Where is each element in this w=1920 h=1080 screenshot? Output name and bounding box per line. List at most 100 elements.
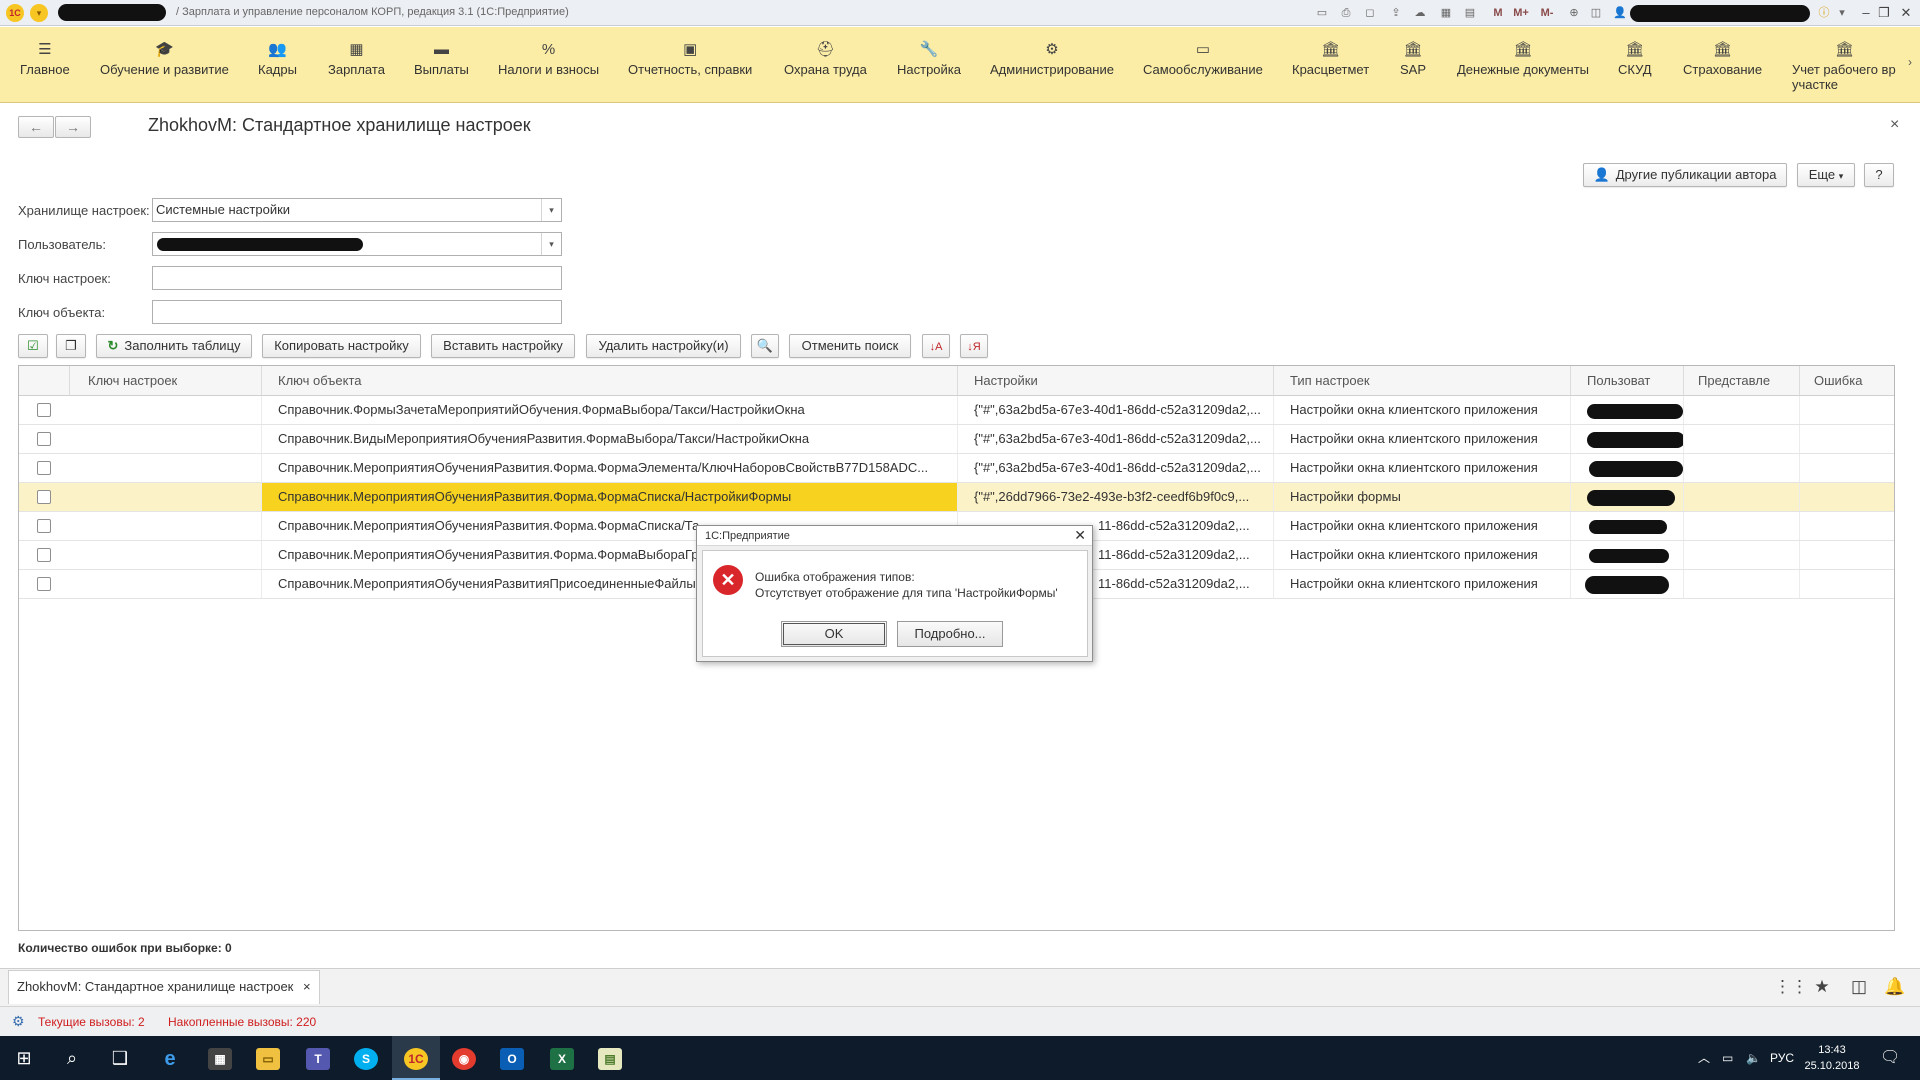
start-windows-icon[interactable]: ⊞ <box>0 1036 48 1080</box>
section-taxes[interactable]: % Налоги и взносы <box>498 41 599 77</box>
info-menu-icon[interactable]: ▾ <box>1834 5 1850 21</box>
chrome-icon[interactable]: ◉ <box>440 1036 488 1080</box>
row-checkbox[interactable] <box>37 461 51 475</box>
section-skud[interactable]: 🏛 СКУД <box>1618 41 1652 77</box>
sort-desc-button[interactable]: ↓Я <box>960 334 988 358</box>
paste-setting-button[interactable]: Вставить настройку <box>431 334 575 358</box>
table-row[interactable]: Справочник.ФормыЗачетаМероприятийОбучени… <box>19 396 1894 425</box>
section-krastsvetmet[interactable]: 🏛 Красцветмет <box>1292 41 1369 77</box>
check-all-button[interactable]: ☑ <box>18 334 48 358</box>
dropdown-arrow-icon[interactable]: ▾ <box>541 233 561 255</box>
column-header-object-key[interactable]: Ключ объекта <box>262 366 958 396</box>
memory-mplus-label[interactable]: M+ <box>1510 5 1532 21</box>
section-sap[interactable]: 🏛 SAP <box>1400 41 1426 77</box>
panels-icon[interactable]: ◫ <box>1588 5 1604 21</box>
delete-setting-button[interactable]: Удалить настройку(и) <box>586 334 741 358</box>
sort-asc-button[interactable]: ↓A <box>922 334 950 358</box>
notifications-bell-icon[interactable]: 🔔 <box>1884 976 1906 998</box>
performance-icon[interactable]: ⚙ <box>12 1013 25 1030</box>
help-button[interactable]: ? <box>1864 163 1894 187</box>
row-checkbox[interactable] <box>37 403 51 417</box>
row-checkbox[interactable] <box>37 519 51 533</box>
1c-logo-icon[interactable]: 1С <box>6 4 24 22</box>
user-select[interactable]: ▾ <box>152 232 562 256</box>
excel-icon[interactable]: X <box>538 1036 586 1080</box>
link-icon[interactable]: ⇪ <box>1388 5 1404 21</box>
close-form-icon[interactable]: × <box>1890 116 1899 134</box>
internet-explorer-icon[interactable]: e <box>146 1036 194 1080</box>
minimize-icon[interactable]: – <box>1856 3 1876 23</box>
column-header-settings[interactable]: Настройки <box>958 366 1274 396</box>
chevron-right-icon[interactable]: › <box>1908 55 1912 69</box>
memory-m-label[interactable]: M <box>1490 5 1506 21</box>
details-button[interactable]: Подробно... <box>897 621 1003 647</box>
memory-mminus-label[interactable]: M- <box>1536 5 1558 21</box>
calculator-icon[interactable]: ▦ <box>1438 5 1454 21</box>
calculator-app-icon[interactable]: ▦ <box>196 1036 244 1080</box>
table-row-selected[interactable]: Справочник.МероприятияОбученияРазвития.Ф… <box>19 483 1894 512</box>
open-window-tab[interactable]: ZhokhovM: Стандартное хранилище настроек… <box>8 970 320 1004</box>
history-icon[interactable]: ☁ <box>1412 5 1428 21</box>
column-header-settings-key[interactable]: Ключ настроек <box>70 366 262 396</box>
column-header-presentation[interactable]: Представле <box>1684 366 1800 396</box>
column-header-error[interactable]: Ошибка <box>1800 366 1894 396</box>
tray-up-arrow-icon[interactable]: ︿ <box>1698 1036 1710 1080</box>
close-icon[interactable]: ✕ <box>1896 3 1916 23</box>
restore-icon[interactable]: ❐ <box>1874 3 1894 23</box>
copy-setting-button[interactable]: Копировать настройку <box>262 334 421 358</box>
section-insurance[interactable]: 🏛 Страхование <box>1683 41 1762 77</box>
section-salary[interactable]: ▦ Зарплата <box>328 41 385 77</box>
ok-button[interactable]: OK <box>781 621 887 647</box>
row-checkbox[interactable] <box>37 548 51 562</box>
row-checkbox[interactable] <box>37 577 51 591</box>
task-view-icon[interactable]: ❑ <box>96 1036 144 1080</box>
save-icon[interactable]: ▭ <box>1314 5 1330 21</box>
clock[interactable]: 13:43 25.10.2018 <box>1804 1042 1860 1074</box>
section-reports[interactable]: ▣ Отчетность, справки <box>628 41 752 77</box>
section-administration[interactable]: ⚙ Администрирование <box>990 41 1114 77</box>
column-header-user[interactable]: Пользоват <box>1571 366 1684 396</box>
fill-table-button[interactable]: ↻ Заполнить таблицу <box>96 334 252 358</box>
network-icon[interactable]: ▭ <box>1722 1036 1733 1080</box>
favorites-star-icon[interactable]: ★ <box>1811 976 1833 998</box>
row-checkbox[interactable] <box>37 432 51 446</box>
main-menu-icon[interactable]: ▾ <box>30 4 48 22</box>
teams-icon[interactable]: T <box>294 1036 342 1080</box>
section-payments[interactable]: ▬ Выплаты <box>414 41 469 77</box>
uncheck-all-button[interactable]: ❐ <box>56 334 86 358</box>
apps-grid-icon[interactable]: ⋮⋮ <box>1774 976 1808 998</box>
section-settings[interactable]: 🔧 Настройка <box>897 41 961 77</box>
table-row[interactable]: Справочник.ВидыМероприятияОбученияРазвит… <box>19 425 1894 454</box>
dialog-close-icon[interactable]: ✕ <box>1074 527 1086 544</box>
skype-icon[interactable]: S <box>342 1036 390 1080</box>
object-key-field[interactable] <box>152 300 562 324</box>
user-icon[interactable]: 👤 <box>1612 5 1628 21</box>
row-checkbox[interactable] <box>37 490 51 504</box>
section-hr[interactable]: 👥 Кадры <box>258 41 297 77</box>
action-center-icon[interactable]: 🗨 <box>1880 1036 1900 1080</box>
search-button[interactable]: 🔍 <box>751 334 779 358</box>
cancel-search-button[interactable]: Отменить поиск <box>789 334 911 358</box>
back-icon[interactable]: ◻ <box>1362 5 1378 21</box>
1c-app-icon[interactable]: 1С <box>392 1036 440 1080</box>
other-publications-button[interactable]: 👤 Другие публикации автора <box>1583 163 1787 187</box>
zoom-icon[interactable]: ⊕ <box>1566 5 1582 21</box>
settings-key-field[interactable] <box>152 266 562 290</box>
section-training[interactable]: 🎓 Обучение и развитие <box>100 41 229 77</box>
history-icon[interactable]: ◫ <box>1848 976 1870 998</box>
calendar-icon[interactable]: ▤ <box>1462 5 1478 21</box>
section-labor-safety[interactable]: ⛑ Охрана труда <box>784 41 867 77</box>
section-main[interactable]: ☰ Главное <box>20 41 70 77</box>
more-button[interactable]: Еще ▾ <box>1797 163 1855 187</box>
dropdown-arrow-icon[interactable]: ▾ <box>541 199 561 221</box>
storage-select[interactable]: Системные настройки ▾ <box>152 198 562 222</box>
print-icon[interactable]: ⎙ <box>1338 5 1354 21</box>
language-indicator[interactable]: РУС <box>1770 1036 1794 1080</box>
notepad-chart-icon[interactable]: ▤ <box>586 1036 634 1080</box>
section-work-time[interactable]: 🏛 Учет рабочего вр участке <box>1792 41 1897 92</box>
section-self-service[interactable]: ▭ Самообслуживание <box>1143 41 1263 77</box>
table-row[interactable]: Справочник.МероприятияОбученияРазвития.Ф… <box>19 454 1894 483</box>
outlook-icon[interactable]: O <box>488 1036 536 1080</box>
forward-arrow-icon[interactable]: → <box>55 116 91 138</box>
file-explorer-icon[interactable]: ▭ <box>244 1036 292 1080</box>
